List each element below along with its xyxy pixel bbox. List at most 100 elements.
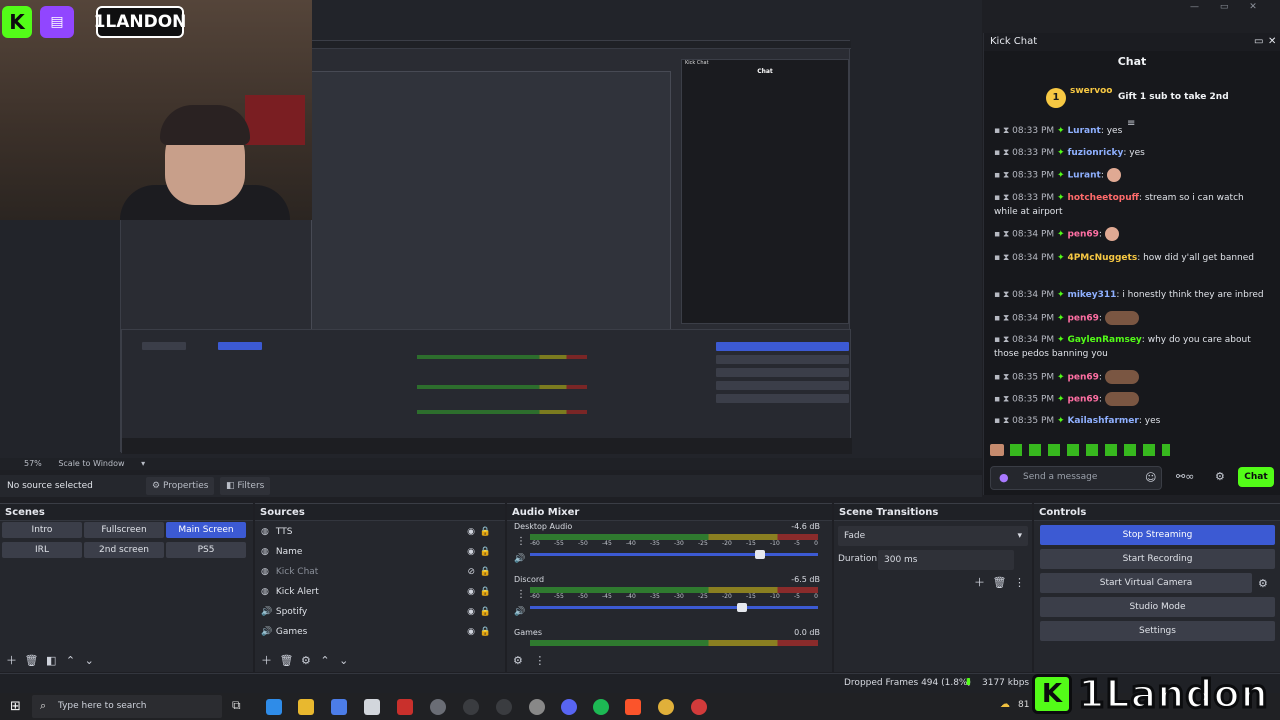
chrome-icon[interactable] [658, 699, 674, 715]
obs-icon[interactable] [463, 699, 479, 715]
spotify-icon[interactable] [593, 699, 609, 715]
transition-select[interactable]: Fade ▾ [838, 526, 1028, 546]
chat-message[interactable]: ▪ ⧗ 08:34 PM ✦ GaylenRamsey: why do you … [994, 333, 1270, 361]
brave-icon[interactable] [625, 699, 641, 715]
timeout-icon[interactable]: ⧗ [1003, 193, 1012, 203]
more-icon[interactable]: ⋮ [534, 654, 545, 667]
scene-button[interactable]: Intro [2, 522, 82, 538]
message-user[interactable]: 4PMcNuggets [1067, 253, 1137, 263]
gear-icon[interactable]: ⚙ [1258, 577, 1268, 590]
timeout-icon[interactable]: ⧗ [1003, 335, 1012, 345]
scene-button[interactable]: Fullscreen [84, 522, 164, 538]
more-icon[interactable]: ⋮ [516, 589, 526, 600]
chevron-down-icon[interactable]: ⌄ [85, 654, 94, 667]
chat-message[interactable]: ▪ ⧗ 08:35 PM ✦ pen69: [994, 392, 1270, 407]
chat-message[interactable]: ▪ ⧗ 08:33 PM ✦ Lurant: [994, 168, 1270, 183]
chevron-up-icon[interactable]: ⌃ [66, 654, 75, 667]
chat-message[interactable]: ▪ ⧗ 08:34 PM ✦ pen69: [994, 227, 1270, 242]
lock-icon[interactable]: 🔒 [480, 522, 491, 542]
gear-icon[interactable]: ⚙ [1215, 470, 1225, 483]
eye-icon[interactable]: ◉ [467, 622, 475, 642]
taskbar-search[interactable]: ⌕ Type here to search [32, 695, 222, 718]
message-user[interactable]: hotcheetopuff [1067, 193, 1138, 203]
control-button[interactable]: Settings [1040, 621, 1275, 641]
pin-icon[interactable]: ▪ [994, 290, 1003, 300]
app-gear-icon[interactable] [529, 699, 545, 715]
pin-icon[interactable]: ▪ [994, 230, 1003, 240]
scene-button[interactable]: PS5 [166, 542, 246, 558]
pin-icon[interactable]: ▪ [994, 148, 1003, 158]
timeout-icon[interactable]: ⧗ [1003, 416, 1012, 426]
weather-icon[interactable]: ☁ [1000, 699, 1010, 710]
emote-icon[interactable] [990, 444, 1004, 456]
timeout-icon[interactable]: ⧗ [1003, 253, 1012, 263]
store-icon[interactable] [331, 699, 347, 715]
calculator-icon[interactable] [364, 699, 380, 715]
zoom-mode[interactable]: Scale to Window [58, 459, 124, 468]
message-user[interactable]: pen69 [1067, 230, 1098, 240]
chat-message[interactable]: ▪ ⧗ 08:34 PM ✦ 4PMcNuggets: how did y'al… [994, 251, 1270, 265]
eye-icon[interactable]: ◉ [467, 522, 475, 542]
chat-message[interactable]: ▪ ⧗ 08:33 PM ✦ hotcheetopuff: stream so … [994, 191, 1270, 219]
chat-message[interactable]: ▪ ⧗ 08:33 PM ✦ fuzionricky: yes [994, 146, 1270, 160]
minimize-icon[interactable]: — [1190, 2, 1199, 12]
more-icon[interactable]: ⋮ [1014, 576, 1025, 589]
zoom-value[interactable]: 57% [24, 459, 42, 468]
source-row[interactable]: ◍ Kick Alert ◉ 🔒 [255, 582, 505, 602]
source-row[interactable]: ◍ Name ◉ 🔒 [255, 542, 505, 562]
message-user[interactable]: Lurant [1067, 126, 1100, 136]
emoji-icon[interactable]: ☺ [1145, 471, 1156, 484]
control-button[interactable]: Start Virtual Camera [1040, 573, 1252, 593]
chat-message[interactable]: ▪ ⧗ 08:33 PM ✦ Lurant: yes [994, 124, 1270, 138]
lock-icon[interactable]: 🔒 [480, 542, 491, 562]
pin-icon[interactable]: ▪ [994, 171, 1003, 181]
source-row[interactable]: 🔊 Games ◉ 🔒 [255, 622, 505, 642]
maximize-icon[interactable]: ▭ [1220, 2, 1229, 12]
float-icon[interactable]: ▭ [1254, 33, 1263, 51]
pinned-user[interactable]: swervoo [1070, 86, 1112, 96]
source-row[interactable]: ◍ TTS ◉ 🔒 [255, 522, 505, 542]
app-circle-icon[interactable] [691, 699, 707, 715]
pin-icon[interactable]: ▪ [994, 335, 1003, 345]
message-user[interactable]: GaylenRamsey [1067, 335, 1141, 345]
microphone-icon[interactable]: ● [999, 471, 1009, 484]
message-user[interactable]: pen69 [1067, 395, 1098, 405]
settings-icon[interactable] [430, 699, 446, 715]
chat-message[interactable]: ▪ ⧗ 08:34 PM ✦ mikey311: i honestly thin… [994, 288, 1270, 302]
trash-icon[interactable]: 🗑 [993, 576, 1007, 589]
eye-icon[interactable]: ⊘ [467, 562, 475, 582]
volume-knob[interactable] [737, 603, 748, 612]
task-view-icon[interactable]: ⧉ [232, 698, 241, 713]
gear-icon[interactable]: ⚙ [301, 654, 311, 667]
pin-icon[interactable]: ▪ [994, 253, 1003, 263]
message-user[interactable]: Kailashfarmer [1067, 416, 1138, 426]
lock-icon[interactable]: 🔒 [480, 582, 491, 602]
add-icon[interactable]: ＋ [261, 654, 272, 667]
eye-icon[interactable]: ◉ [467, 542, 475, 562]
trash-icon[interactable]: 🗑 [25, 654, 39, 667]
scene-button[interactable]: IRL [2, 542, 82, 558]
file-explorer-icon[interactable] [298, 699, 314, 715]
message-user[interactable]: fuzionricky [1067, 148, 1123, 158]
pin-icon[interactable]: ▪ [994, 126, 1003, 136]
more-icon[interactable]: ⋮ [516, 536, 526, 547]
pinned-message[interactable]: 1 swervoo Gift 1 sub to take 2nd [1046, 86, 1276, 114]
properties-button[interactable]: ⚙ Properties [146, 477, 215, 495]
chat-message[interactable]: ▪ ⧗ 08:35 PM ✦ pen69: [994, 370, 1270, 385]
eye-icon[interactable]: ◉ [467, 582, 475, 602]
volume-slider[interactable] [530, 550, 818, 559]
timeout-icon[interactable]: ⧗ [1003, 230, 1012, 240]
close-icon[interactable]: ✕ [1268, 33, 1276, 51]
timeout-icon[interactable]: ⧗ [1003, 126, 1012, 136]
trash-icon[interactable]: 🗑 [280, 654, 294, 667]
message-user[interactable]: pen69 [1067, 373, 1098, 383]
timeout-icon[interactable]: ⧗ [1003, 314, 1012, 324]
chat-send-button[interactable]: Chat [1238, 467, 1274, 487]
discord-icon[interactable] [561, 699, 577, 715]
pin-icon[interactable]: ▪ [994, 416, 1003, 426]
speaker-icon[interactable]: 🔊 [514, 607, 525, 617]
add-icon[interactable]: ＋ [974, 576, 985, 589]
eye-icon[interactable]: ◉ [467, 602, 475, 622]
add-icon[interactable]: ＋ [6, 654, 17, 667]
pin-icon[interactable]: ▪ [994, 314, 1003, 324]
